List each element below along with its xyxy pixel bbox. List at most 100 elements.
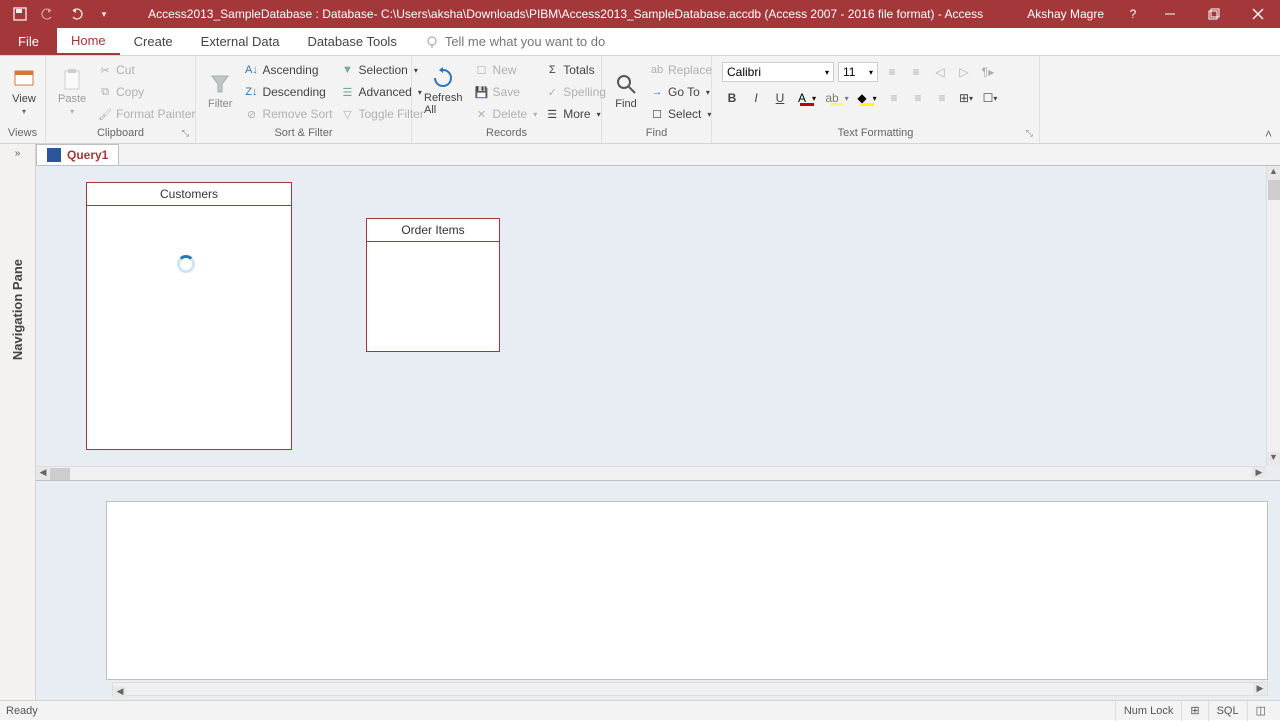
new-button[interactable]: ☐New	[475, 60, 538, 80]
save-icon[interactable]	[6, 0, 34, 28]
query-design-upper-pane[interactable]: Customers Order Items ▲▼ ◀▶	[36, 166, 1280, 481]
navigation-pane-label: Navigation Pane	[10, 259, 25, 360]
spelling-icon: ✓	[545, 85, 559, 99]
select-button[interactable]: ☐Select▾	[650, 104, 712, 124]
lower-horizontal-scrollbar[interactable]: ◀▶	[112, 682, 1268, 696]
underline-button[interactable]: U	[770, 88, 790, 108]
view-datasheet-icon[interactable]: ⊞	[1181, 701, 1207, 721]
sort-filter-group-label: Sort & Filter	[200, 127, 407, 143]
paste-icon	[60, 67, 84, 91]
loading-spinner-icon	[177, 255, 195, 273]
qat-customize-icon[interactable]: ▾	[90, 0, 118, 28]
ribbon-tabs: File Home Create External Data Database …	[0, 28, 1280, 56]
views-group-label: Views	[4, 127, 41, 143]
more-button[interactable]: ☰More▾	[545, 104, 606, 124]
bold-button[interactable]: B	[722, 88, 742, 108]
table-customers[interactable]: Customers	[86, 182, 292, 450]
status-ready: Ready	[6, 705, 38, 717]
query-grid[interactable]	[106, 501, 1268, 680]
cut-button[interactable]: ✂Cut	[98, 60, 195, 80]
tab-create[interactable]: Create	[120, 28, 187, 55]
view-icon	[12, 67, 36, 91]
help-icon[interactable]: ?	[1118, 7, 1148, 21]
align-center-icon[interactable]: ≡	[908, 88, 928, 108]
tab-home[interactable]: Home	[57, 28, 120, 55]
view-sql-icon[interactable]: SQL	[1208, 701, 1247, 721]
descending-button[interactable]: Z↓Descending	[244, 82, 332, 102]
expand-nav-icon[interactable]: »	[15, 148, 21, 159]
align-left-icon[interactable]: ≡	[884, 88, 904, 108]
status-bar: Ready Num Lock ⊞ SQL ◫	[0, 700, 1280, 720]
document-tabs: Query1	[36, 144, 1280, 166]
find-button[interactable]: Find	[606, 58, 646, 124]
font-name-combo[interactable]: Calibri▾	[722, 62, 834, 82]
gridlines-button[interactable]: ⊞▾	[956, 88, 976, 108]
quick-access-toolbar: ▾	[0, 0, 118, 28]
view-button[interactable]: View ▾	[4, 58, 44, 124]
table-order-items[interactable]: Order Items	[366, 218, 500, 352]
font-size-combo[interactable]: 11▾	[838, 62, 878, 82]
font-color-button[interactable]: A▾	[794, 88, 820, 108]
query-design-lower-pane[interactable]: ◀▶	[36, 481, 1280, 700]
sort-desc-icon: Z↓	[244, 85, 258, 99]
align-right-icon[interactable]: ≡	[932, 88, 952, 108]
selection-icon: ▼	[340, 63, 354, 77]
delete-icon: ✕	[475, 107, 489, 121]
tab-external-data[interactable]: External Data	[187, 28, 294, 55]
clipboard-launcher-icon[interactable]: ⤡	[182, 128, 189, 139]
indent-inc-icon[interactable]: ▷	[954, 62, 974, 82]
redo-icon[interactable]	[62, 0, 90, 28]
tell-me-search[interactable]: Tell me what you want to do	[411, 28, 605, 55]
undo-icon[interactable]	[34, 0, 62, 28]
ribbon: View ▾ Views Paste ▾ ✂Cut ⧉Copy 🖌Format …	[0, 56, 1280, 144]
format-painter-button[interactable]: 🖌Format Painter	[98, 104, 195, 124]
save-record-button[interactable]: 💾Save	[475, 82, 538, 102]
tab-file[interactable]: File	[0, 28, 57, 55]
upper-vertical-scrollbar[interactable]: ▲▼	[1266, 166, 1280, 466]
filter-button[interactable]: Filter	[200, 58, 240, 124]
minimize-button[interactable]	[1148, 0, 1192, 28]
tab-database-tools[interactable]: Database Tools	[293, 28, 410, 55]
indent-dec-icon[interactable]: ◁	[930, 62, 950, 82]
fill-color-button[interactable]: ◆▾	[854, 88, 880, 108]
brush-icon: 🖌	[98, 107, 112, 121]
remove-sort-button[interactable]: ⊘Remove Sort	[244, 104, 332, 124]
remove-sort-icon: ⊘	[244, 107, 258, 121]
filter-icon	[208, 72, 232, 96]
cut-icon: ✂	[98, 63, 112, 77]
find-icon	[614, 72, 638, 96]
totals-icon: Σ	[545, 63, 559, 77]
doc-tab-query1[interactable]: Query1	[36, 144, 119, 165]
numbering-icon[interactable]: ≡	[906, 62, 926, 82]
copy-icon: ⧉	[98, 85, 112, 99]
new-icon: ☐	[475, 63, 489, 77]
records-group-label: Records	[416, 127, 597, 143]
highlight-button[interactable]: ab▾	[824, 88, 850, 108]
close-button[interactable]	[1236, 0, 1280, 28]
ascending-button[interactable]: A↓Ascending	[244, 60, 332, 80]
totals-button[interactable]: ΣTotals	[545, 60, 606, 80]
italic-button[interactable]: I	[746, 88, 766, 108]
replace-button[interactable]: abReplace	[650, 60, 712, 80]
refresh-all-button[interactable]: Refresh All	[416, 58, 471, 124]
bullets-icon[interactable]: ≡	[882, 62, 902, 82]
text-direction-icon[interactable]: ¶▸	[978, 62, 998, 82]
user-name[interactable]: Akshay Magre	[1013, 7, 1118, 21]
format-control-button[interactable]: ☐▾	[980, 88, 1000, 108]
save-record-icon: 💾	[475, 85, 489, 99]
view-design-icon[interactable]: ◫	[1247, 701, 1274, 721]
text-launcher-icon[interactable]: ⤡	[1026, 128, 1033, 139]
upper-horizontal-scrollbar[interactable]: ◀▶	[36, 466, 1266, 480]
paste-button[interactable]: Paste ▾	[50, 58, 94, 124]
select-icon: ☐	[650, 107, 664, 121]
goto-button[interactable]: →Go To▾	[650, 82, 712, 102]
find-group-label: Find	[606, 127, 707, 143]
delete-button[interactable]: ✕Delete▾	[475, 104, 538, 124]
collapse-ribbon-button[interactable]: ˄	[1263, 125, 1274, 143]
goto-icon: →	[650, 85, 664, 99]
navigation-pane-collapsed[interactable]: » Navigation Pane	[0, 144, 36, 700]
copy-button[interactable]: ⧉Copy	[98, 82, 195, 102]
maximize-button[interactable]	[1192, 0, 1236, 28]
title-bar: ▾ Access2013_SampleDatabase : Database- …	[0, 0, 1280, 28]
spelling-button[interactable]: ✓Spelling	[545, 82, 606, 102]
